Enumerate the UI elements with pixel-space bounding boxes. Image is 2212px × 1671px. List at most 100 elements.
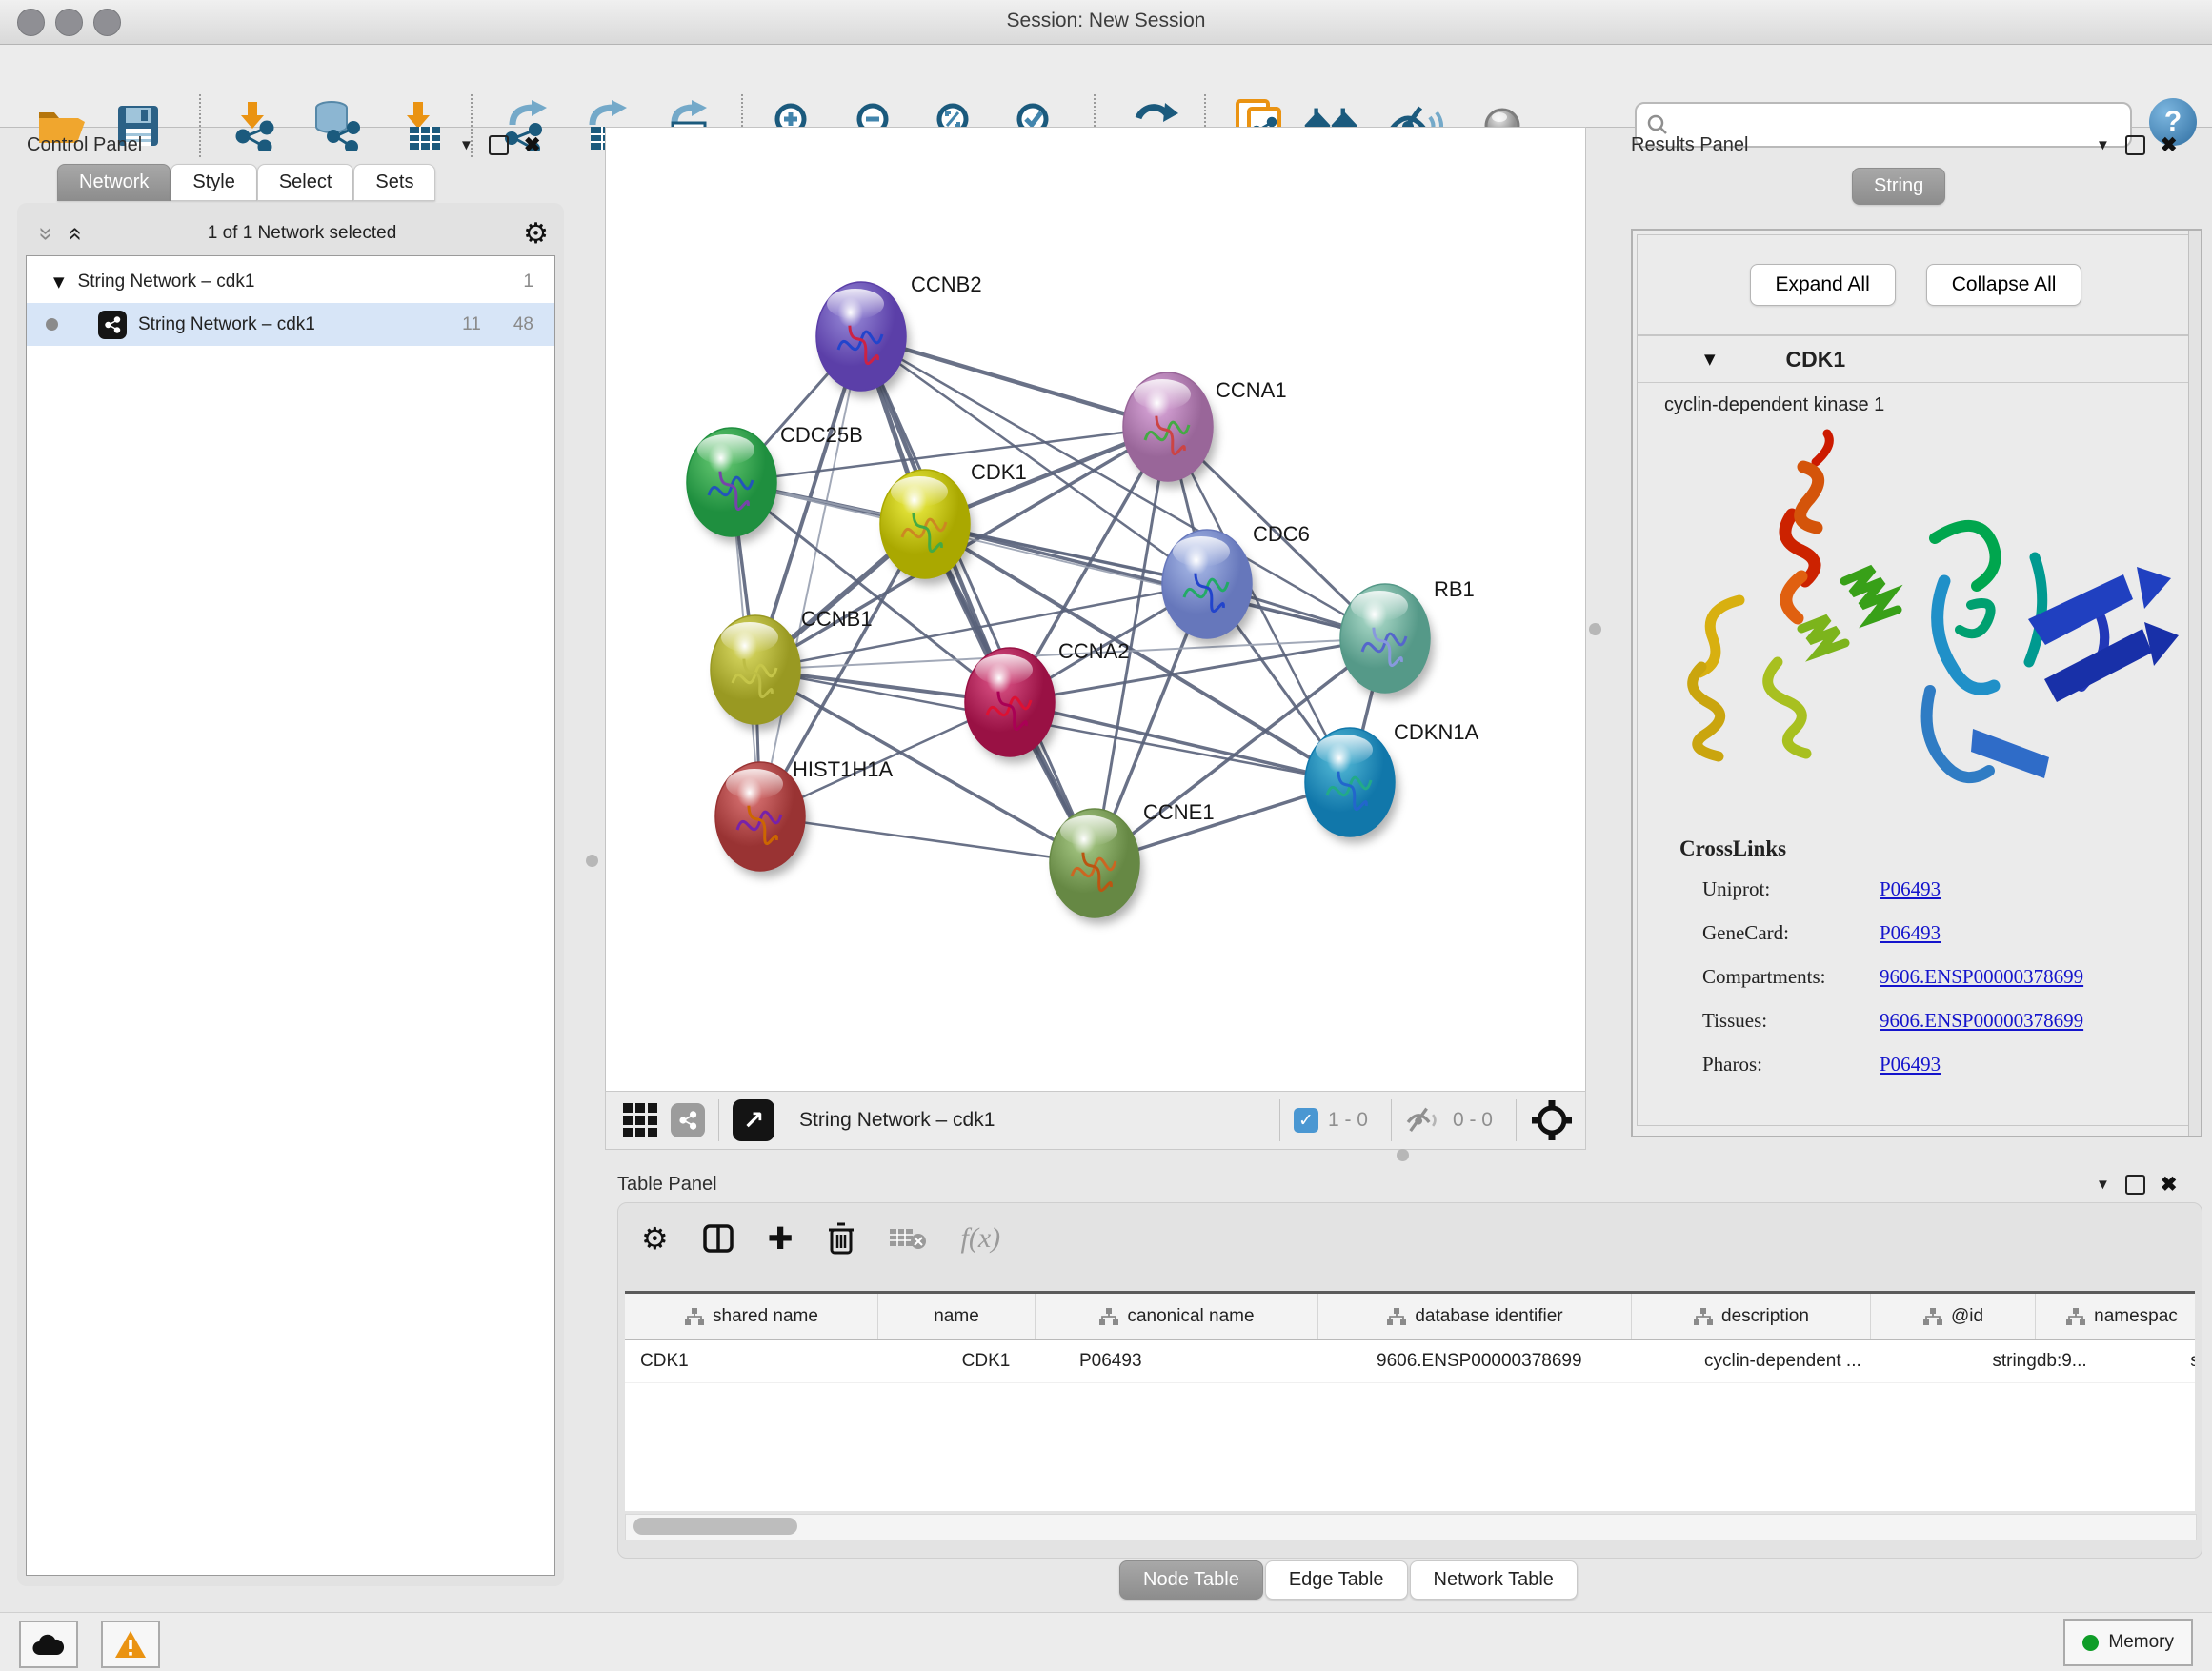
search-icon <box>1646 113 1669 136</box>
add-column-icon[interactable]: ✚ <box>768 1220 794 1257</box>
crosslink-link[interactable]: P06493 <box>1880 877 1941 901</box>
node-label-cdk1: CDK1 <box>971 460 1027 484</box>
horizontal-splitter-handle[interactable] <box>1397 1149 1409 1161</box>
network-edge <box>861 336 1095 863</box>
tab-select[interactable]: Select <box>257 164 354 201</box>
table-row[interactable]: CDK1CDK1P064939606.ENSP00000378699cyclin… <box>625 1340 2195 1383</box>
crosslink-link[interactable]: 9606.ENSP00000378699 <box>1880 965 2083 989</box>
tab-string[interactable]: String <box>1852 168 1945 205</box>
column-tree-icon <box>1386 1307 1407 1326</box>
table-cell: P06493 <box>1064 1340 1361 1382</box>
network-collection-row[interactable]: ▼ String Network – cdk1 1 <box>27 260 554 303</box>
column-header-namespac[interactable]: namespac <box>2036 1294 2195 1339</box>
tab-edge-table[interactable]: Edge Table <box>1265 1560 1408 1600</box>
status-bar: Memory <box>0 1612 2212 1671</box>
tab-node-table[interactable]: Node Table <box>1119 1560 1263 1600</box>
float-panel-icon[interactable] <box>2125 135 2145 155</box>
string-view-icon[interactable] <box>671 1103 705 1137</box>
column-tree-icon <box>2065 1307 2086 1326</box>
warnings-button[interactable] <box>101 1621 160 1668</box>
table-cell: cyclin-dependent ... <box>1689 1340 1942 1382</box>
reposition-crosshair-icon[interactable] <box>1530 1098 1574 1142</box>
collapse-panel-icon[interactable]: ▼ <box>2096 1177 2110 1193</box>
import-network-file-button[interactable] <box>227 98 282 153</box>
network-canvas[interactable]: CCNB2CCNA1CDC25BCDK1CDC6RB1CCNB1CCNA2CDK… <box>605 127 1586 1093</box>
show-columns-icon[interactable] <box>703 1223 734 1254</box>
left-splitter-handle[interactable] <box>586 855 598 867</box>
network-edge <box>1010 702 1350 782</box>
import-network-database-button[interactable] <box>307 98 362 153</box>
memory-button[interactable]: Memory <box>2063 1619 2193 1666</box>
cloud-button[interactable] <box>19 1621 78 1668</box>
protein-details-card: ▼ CDK1 cyclin-dependent kinase 1 <box>1637 335 2195 1126</box>
import-table-button[interactable] <box>392 98 448 153</box>
tab-network[interactable]: Network <box>57 164 171 201</box>
birds-eye-view-button[interactable]: ↗ <box>733 1099 774 1141</box>
window-title: Session: New Session <box>0 10 2212 32</box>
tab-style[interactable]: Style <box>171 164 256 201</box>
close-panel-icon[interactable]: ✖ <box>524 133 541 157</box>
close-panel-icon[interactable]: ✖ <box>2161 1173 2178 1197</box>
column-header-description[interactable]: description <box>1632 1294 1871 1339</box>
protein-description: cyclin-dependent kinase 1 <box>1664 394 2194 416</box>
netbar-separator <box>718 1099 719 1141</box>
column-header-shared-name[interactable]: shared name <box>625 1294 878 1339</box>
protein-card-header[interactable]: ▼ CDK1 <box>1638 336 2194 383</box>
network-status-dot <box>46 318 58 331</box>
protein-expander-icon[interactable]: ▼ <box>1704 351 1716 368</box>
column-header--id[interactable]: @id <box>1871 1294 2036 1339</box>
column-header-database-identifier[interactable]: database identifier <box>1318 1294 1632 1339</box>
string-network-badge <box>98 311 127 339</box>
import-table-icon <box>396 100 444 151</box>
crosslink-link[interactable]: P06493 <box>1880 921 1941 945</box>
collection-expander-icon[interactable]: ▼ <box>53 273 65 291</box>
selected-checkbox-icon[interactable]: ✓ <box>1294 1108 1318 1133</box>
results-scrollbar[interactable] <box>2188 231 2201 1136</box>
table-panel-body: ⚙ ✚ f(x) shared namenamecanonical nameda… <box>617 1202 2202 1559</box>
expand-collapse-bar: Expand All Collapse All <box>1637 234 2195 335</box>
node-table: shared namenamecanonical namedatabase id… <box>625 1291 2195 1511</box>
network-options-gear-icon[interactable]: ⚙ <box>523 217 549 251</box>
node-label-hist1h1a: HIST1H1A <box>793 757 893 781</box>
tab-network-table[interactable]: Network Table <box>1410 1560 1578 1600</box>
crosslink-link[interactable]: P06493 <box>1880 1053 1941 1077</box>
right-splitter-handle[interactable] <box>1589 623 1601 635</box>
netbar-separator <box>1391 1099 1392 1141</box>
control-panel-tabs: Network Style Select Sets <box>57 164 435 201</box>
column-tree-icon <box>684 1307 705 1326</box>
collection-name: String Network – cdk1 <box>78 272 524 292</box>
expand-all-button[interactable]: Expand All <box>1750 264 1896 306</box>
collapse-panel-icon[interactable]: ▼ <box>2096 137 2110 153</box>
float-panel-icon[interactable] <box>489 135 509 155</box>
results-panel-controls: ▼ ✖ <box>2096 133 2177 157</box>
import-database-icon <box>307 100 362 151</box>
column-header-name[interactable]: name <box>878 1294 1036 1339</box>
results-panel-title: Results Panel <box>1631 134 1748 156</box>
table-settings-gear-icon[interactable]: ⚙ <box>641 1220 669 1257</box>
network-row-selected[interactable]: String Network – cdk1 11 48 <box>27 303 554 346</box>
main-toolbar: ? <box>0 45 2212 128</box>
table-horizontal-scrollbar[interactable] <box>625 1514 2197 1540</box>
crosslink-label: Uniprot: <box>1702 877 1880 901</box>
close-panel-icon[interactable]: ✖ <box>2161 133 2178 157</box>
grid-view-icon[interactable] <box>623 1103 657 1137</box>
crosslink-row: Compartments:9606.ENSP00000378699 <box>1638 955 2194 998</box>
results-panel-tabs: String <box>1852 168 1945 205</box>
delete-column-icon[interactable] <box>828 1222 855 1255</box>
float-panel-icon[interactable] <box>2125 1175 2145 1195</box>
expand-all-networks-icon[interactable]: » <box>32 227 62 240</box>
column-tree-icon <box>1098 1307 1119 1326</box>
column-header-canonical-name[interactable]: canonical name <box>1036 1294 1318 1339</box>
table-panel-title: Table Panel <box>617 1174 717 1196</box>
crosslink-row: Uniprot:P06493 <box>1638 867 2194 911</box>
collapse-panel-icon[interactable]: ▼ <box>459 137 473 153</box>
collapse-all-button[interactable]: Collapse All <box>1926 264 2082 306</box>
crosslink-row: Pharos:P06493 <box>1638 1042 2194 1086</box>
scrollbar-thumb[interactable] <box>633 1518 797 1535</box>
crosslink-label: Compartments: <box>1702 965 1880 989</box>
collapse-all-networks-icon[interactable]: » <box>59 227 89 240</box>
memory-label: Memory <box>2108 1632 2174 1653</box>
tab-sets[interactable]: Sets <box>353 164 435 201</box>
search-input[interactable] <box>1677 113 2121 136</box>
crosslink-link[interactable]: 9606.ENSP00000378699 <box>1880 1009 2083 1033</box>
